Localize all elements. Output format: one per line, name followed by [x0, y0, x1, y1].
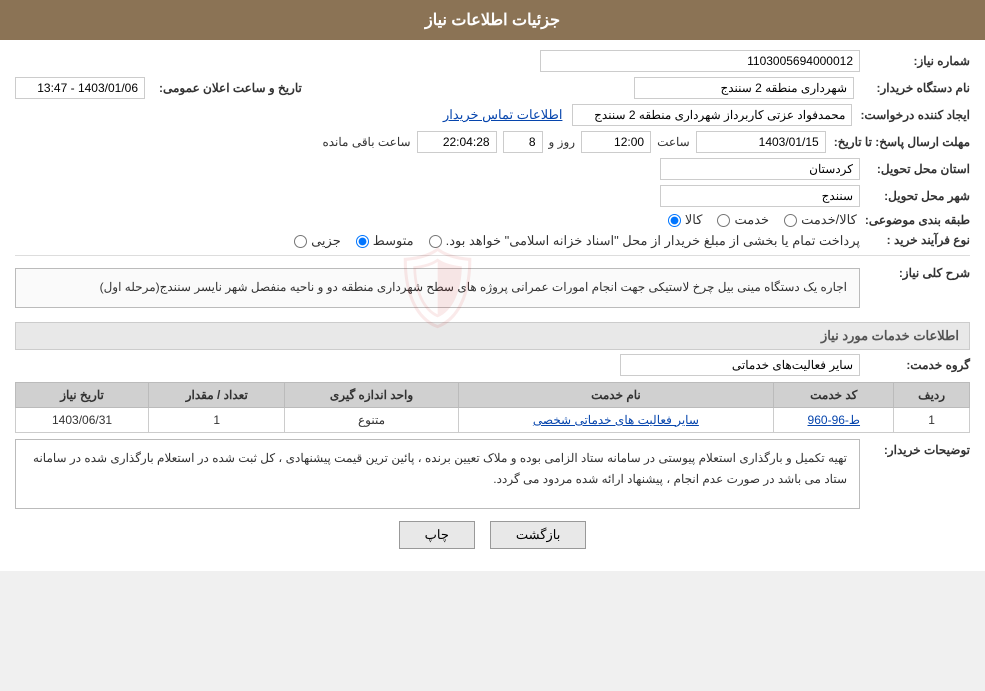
- category-row: طبقه بندی موضوعی: کالا/خدمت خدمت کالا: [15, 212, 970, 228]
- need-number-input[interactable]: [540, 50, 860, 72]
- deadline-time-input[interactable]: [581, 131, 651, 153]
- contact-info-link[interactable]: اطلاعات تماس خریدار: [443, 107, 562, 123]
- print-button[interactable]: چاپ: [399, 521, 475, 549]
- buyer-notes-text: تهیه تکمیل و بارگذاری استعلام پیوستی در …: [33, 451, 847, 487]
- col-name: نام خدمت: [458, 382, 774, 407]
- page-wrapper: جزئیات اطلاعات نیاز شماره نیاز: نام دستگ…: [0, 0, 985, 571]
- purchase-radio-group: پرداخت تمام یا بخشی از مبلغ خریدار از مح…: [294, 233, 860, 249]
- purchase-jozi-radio[interactable]: [294, 235, 307, 248]
- cell-quantity: 1: [149, 407, 285, 432]
- purchase-motavasset-label: متوسط: [373, 233, 414, 249]
- services-section-header: اطلاعات خدمات مورد نیاز: [15, 322, 970, 350]
- creator-label: ایجاد کننده درخواست:: [852, 108, 970, 122]
- purchase-option-motavasset: متوسط: [356, 233, 414, 249]
- buyer-org-label: نام دستگاه خریدار:: [860, 81, 970, 95]
- purchase-type-options: پرداخت تمام یا بخشی از مبلغ خریدار از مح…: [294, 233, 860, 249]
- need-number-label: شماره نیاز:: [860, 54, 970, 68]
- purchase-type-row: نوع فرآیند خرید : پرداخت تمام یا بخشی از…: [15, 233, 970, 249]
- announce-datetime-label: تاریخ و ساعت اعلان عمومی:: [151, 81, 302, 95]
- category-khedmat-radio[interactable]: [717, 214, 730, 227]
- service-group-label: گروه خدمت:: [860, 358, 970, 372]
- category-option-kala-khedmat: کالا/خدمت: [784, 212, 857, 228]
- services-table-header: ردیف کد خدمت نام خدمت واحد اندازه گیری ت…: [16, 382, 970, 407]
- city-label: شهر محل تحویل:: [860, 189, 970, 203]
- deadline-date-input[interactable]: [696, 131, 826, 153]
- main-content: شماره نیاز: نام دستگاه خریدار: تاریخ و س…: [0, 40, 985, 571]
- col-code: کد خدمت: [774, 382, 894, 407]
- buyer-notes-label: توضیحات خریدار:: [860, 439, 970, 457]
- buyer-org-row: نام دستگاه خریدار: تاریخ و ساعت اعلان عم…: [15, 77, 970, 99]
- category-khedmat-label: خدمت: [734, 212, 769, 228]
- category-kala-label: کالا: [685, 212, 703, 228]
- days-label: روز و: [549, 135, 576, 149]
- action-buttons: بازگشت چاپ: [15, 521, 970, 549]
- purchase-type-label: نوع فرآیند خرید :: [860, 233, 970, 247]
- category-option-khedmat: خدمت: [717, 212, 769, 228]
- announce-datetime-input[interactable]: [15, 77, 145, 99]
- col-unit: واحد اندازه گیری: [285, 382, 458, 407]
- remaining-time-input[interactable]: [417, 131, 497, 153]
- buyer-notes-box: تهیه تکمیل و بارگذاری استعلام پیوستی در …: [15, 439, 860, 509]
- creator-row: ایجاد کننده درخواست: اطلاعات تماس خریدار: [15, 104, 970, 126]
- category-kala-khedmat-label: کالا/خدمت: [801, 212, 857, 228]
- city-row: شهر محل تحویل:: [15, 185, 970, 207]
- col-quantity: تعداد / مقدار: [149, 382, 285, 407]
- services-table-body: 1 ط-96-960 سایر فعالیت های خدماتی شخصی م…: [16, 407, 970, 432]
- services-table-header-row: ردیف کد خدمت نام خدمت واحد اندازه گیری ت…: [16, 382, 970, 407]
- purchase-text-radio[interactable]: [429, 235, 442, 248]
- col-row: ردیف: [894, 382, 970, 407]
- service-group-input[interactable]: [620, 354, 860, 376]
- need-description-label: شرح کلی نیاز:: [860, 262, 970, 280]
- creator-input[interactable]: [572, 104, 852, 126]
- buyer-notes-row: توضیحات خریدار: تهیه تکمیل و بارگذاری اس…: [15, 439, 970, 509]
- cell-unit: متنوع: [285, 407, 458, 432]
- need-description-text: اجاره یک دستگاه مینی بیل چرخ لاستیکی جهت…: [100, 280, 847, 294]
- category-label: طبقه بندی موضوعی:: [857, 213, 970, 227]
- deadline-row: مهلت ارسال پاسخ: تا تاریخ: ساعت روز و سا…: [15, 131, 970, 153]
- page-title: جزئیات اطلاعات نیاز: [425, 12, 560, 29]
- deadline-days-input[interactable]: [503, 131, 543, 153]
- divider-1: [15, 255, 970, 256]
- table-row: 1 ط-96-960 سایر فعالیت های خدماتی شخصی م…: [16, 407, 970, 432]
- purchase-text-label: پرداخت تمام یا بخشی از مبلغ خریدار از مح…: [446, 233, 860, 249]
- service-group-row: گروه خدمت:: [15, 354, 970, 376]
- city-input[interactable]: [660, 185, 860, 207]
- purchase-jozi-label: جزیی: [311, 233, 341, 249]
- cell-date: 1403/06/31: [16, 407, 149, 432]
- category-kala-radio[interactable]: [668, 214, 681, 227]
- back-button[interactable]: بازگشت: [490, 521, 586, 549]
- need-description-row: شرح کلی نیاز: 🛡 اجاره یک دستگاه مینی بیل…: [15, 262, 970, 314]
- buyer-org-input[interactable]: [634, 77, 854, 99]
- purchase-option-jozi: جزیی: [294, 233, 341, 249]
- category-radio-group: کالا/خدمت خدمت کالا: [668, 212, 857, 228]
- time-label: ساعت: [657, 135, 690, 149]
- need-description-box: 🛡 اجاره یک دستگاه مینی بیل چرخ لاستیکی ج…: [15, 268, 860, 308]
- page-header: جزئیات اطلاعات نیاز: [0, 0, 985, 40]
- remaining-label: ساعت باقی مانده: [322, 135, 410, 149]
- deadline-label: مهلت ارسال پاسخ: تا تاریخ:: [826, 135, 970, 149]
- province-label: استان محل تحویل:: [860, 162, 970, 176]
- province-row: استان محل تحویل:: [15, 158, 970, 180]
- col-date: تاریخ نیاز: [16, 382, 149, 407]
- cell-row: 1: [894, 407, 970, 432]
- category-option-kala: کالا: [668, 212, 703, 228]
- purchase-motavasset-radio[interactable]: [356, 235, 369, 248]
- cell-name[interactable]: سایر فعالیت های خدماتی شخصی: [458, 407, 774, 432]
- purchase-option-text: پرداخت تمام یا بخشی از مبلغ خریدار از مح…: [429, 233, 860, 249]
- services-table: ردیف کد خدمت نام خدمت واحد اندازه گیری ت…: [15, 382, 970, 433]
- category-kala-khedmat-radio[interactable]: [784, 214, 797, 227]
- need-number-row: شماره نیاز:: [15, 50, 970, 72]
- cell-code[interactable]: ط-96-960: [774, 407, 894, 432]
- province-input[interactable]: [660, 158, 860, 180]
